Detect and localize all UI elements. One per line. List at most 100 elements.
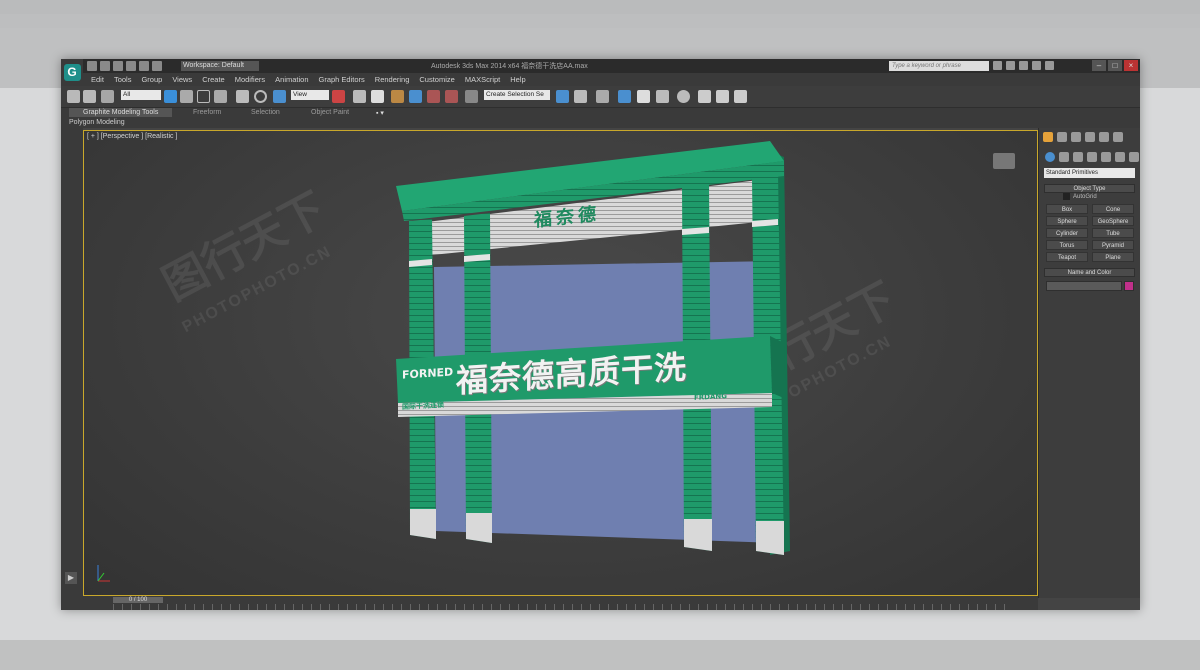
menu-item-animation[interactable]: Animation — [275, 75, 308, 84]
save-icon[interactable] — [113, 61, 123, 71]
polygon-modeling-label[interactable]: Polygon Modeling — [69, 119, 125, 126]
named-selection-dropdown[interactable]: Create Selection Se — [484, 90, 550, 100]
scale-icon[interactable] — [273, 90, 286, 103]
menu-item-edit[interactable]: Edit — [91, 75, 104, 84]
primitive-type-dropdown[interactable]: Standard Primitives — [1044, 168, 1135, 178]
rect-selection-icon[interactable] — [197, 90, 210, 103]
tab-selection[interactable]: Selection — [251, 109, 280, 116]
curve-editor-icon[interactable] — [637, 90, 650, 103]
rotate-icon[interactable] — [254, 90, 267, 103]
modify-tab-icon[interactable] — [1057, 132, 1067, 142]
create-tab-icon[interactable] — [1043, 132, 1053, 142]
menu-item-maxscript[interactable]: MAXScript — [465, 75, 500, 84]
tube-button[interactable]: Tube — [1092, 228, 1134, 238]
workspace-dropdown[interactable]: Workspace: Default — [181, 61, 259, 71]
teapot-button[interactable]: Teapot — [1046, 252, 1088, 262]
select-manipulate-icon[interactable] — [353, 90, 366, 103]
menu-item-group[interactable]: Group — [141, 75, 162, 84]
cone-button[interactable]: Cone — [1092, 204, 1134, 214]
menu-item-tools[interactable]: Tools — [114, 75, 132, 84]
spinner-snap-icon[interactable] — [445, 90, 458, 103]
edit-named-selection-icon[interactable] — [465, 90, 478, 103]
timeline-ticks[interactable] — [113, 604, 1013, 610]
subscription-icon[interactable] — [1006, 61, 1015, 70]
open-file-icon[interactable] — [100, 61, 110, 71]
systems-icon[interactable] — [1129, 152, 1139, 162]
geosphere-button[interactable]: GeoSphere — [1092, 216, 1134, 226]
redo-icon[interactable] — [139, 61, 149, 71]
percent-snap-icon[interactable] — [427, 90, 440, 103]
align-icon[interactable] — [574, 90, 587, 103]
layer-manager-icon[interactable] — [596, 90, 609, 103]
select-by-name-icon[interactable] — [180, 90, 193, 103]
graphite-toggle-icon[interactable] — [618, 90, 631, 103]
time-slider[interactable]: 0 / 100 — [113, 597, 163, 603]
undo-icon[interactable] — [126, 61, 136, 71]
autogrid-checkbox[interactable]: AutoGrid — [1063, 193, 1097, 200]
menu-item-views[interactable]: Views — [172, 75, 192, 84]
menu-item-create[interactable]: Create — [202, 75, 225, 84]
play-arrow-icon[interactable]: ▶ — [65, 572, 77, 584]
render-production-icon[interactable] — [734, 90, 747, 103]
tab-graphite-modeling-tools[interactable]: Graphite Modeling Tools — [69, 108, 173, 117]
bind-spacewarp-icon[interactable] — [101, 90, 114, 103]
keyboard-shortcut-icon[interactable] — [371, 90, 384, 103]
menu-item-rendering[interactable]: Rendering — [375, 75, 410, 84]
lights-icon[interactable] — [1073, 152, 1083, 162]
pyramid-button[interactable]: Pyramid — [1092, 240, 1134, 250]
mirror-icon[interactable] — [556, 90, 569, 103]
select-object-icon[interactable] — [164, 90, 177, 103]
binoculars-icon[interactable] — [993, 61, 1002, 70]
communication-icon[interactable] — [1019, 61, 1028, 70]
cylinder-button[interactable]: Cylinder — [1046, 228, 1088, 238]
plane-button[interactable]: Plane — [1092, 252, 1134, 262]
angle-snap-icon[interactable] — [409, 90, 422, 103]
close-button[interactable]: × — [1124, 60, 1138, 71]
shapes-icon[interactable] — [1059, 152, 1069, 162]
utilities-tab-icon[interactable] — [1113, 132, 1123, 142]
helpers-icon[interactable] — [1101, 152, 1111, 162]
menu-item-customize[interactable]: Customize — [419, 75, 454, 84]
reference-coord-dropdown[interactable]: View — [291, 90, 329, 100]
maximize-button[interactable]: □ — [1108, 60, 1122, 71]
menu-item-modifiers[interactable]: Modifiers — [235, 75, 265, 84]
move-icon[interactable] — [236, 90, 249, 103]
window-crossing-icon[interactable] — [214, 90, 227, 103]
material-editor-icon[interactable] — [677, 90, 690, 103]
box-button[interactable]: Box — [1046, 204, 1088, 214]
name-color-rollout[interactable]: Name and Color — [1044, 268, 1135, 277]
app-logo-icon[interactable]: G — [61, 59, 83, 86]
selection-filter-dropdown[interactable]: All — [121, 90, 161, 100]
new-file-icon[interactable] — [87, 61, 97, 71]
sphere-button[interactable]: Sphere — [1046, 216, 1088, 226]
object-name-field[interactable] — [1046, 281, 1122, 291]
spacewarps-icon[interactable] — [1115, 152, 1125, 162]
unlink-icon[interactable] — [83, 90, 96, 103]
link-icon[interactable] — [67, 90, 80, 103]
tab-freeform[interactable]: Freeform — [193, 109, 221, 116]
torus-button[interactable]: Torus — [1046, 240, 1088, 250]
object-color-swatch[interactable] — [1124, 281, 1134, 291]
tab-object-paint[interactable]: Object Paint — [311, 109, 349, 116]
snap-toggle-icon[interactable] — [391, 90, 404, 103]
perspective-viewport[interactable]: [ + ] [Perspective ] [Realistic ] 图行天下 P… — [83, 130, 1038, 596]
favorites-star-icon[interactable] — [1032, 61, 1041, 70]
pivot-center-icon[interactable] — [332, 90, 345, 103]
project-folder-icon[interactable] — [152, 61, 162, 71]
hierarchy-tab-icon[interactable] — [1071, 132, 1081, 142]
cameras-icon[interactable] — [1087, 152, 1097, 162]
search-input[interactable]: Type a keyword or phrase — [889, 61, 989, 71]
minimize-button[interactable]: – — [1092, 60, 1106, 71]
schematic-view-icon[interactable] — [656, 90, 669, 103]
motion-tab-icon[interactable] — [1085, 132, 1095, 142]
display-tab-icon[interactable] — [1099, 132, 1109, 142]
axis-gizmo-icon — [97, 565, 110, 582]
rendered-frame-window-icon[interactable] — [716, 90, 729, 103]
geometry-icon[interactable] — [1045, 152, 1055, 162]
menu-item-graph-editors[interactable]: Graph Editors — [319, 75, 365, 84]
help-icon[interactable] — [1045, 61, 1054, 70]
menu-item-help[interactable]: Help — [510, 75, 525, 84]
object-type-rollout[interactable]: Object Type — [1044, 184, 1135, 193]
ribbon-toggle-icon[interactable]: ▪ ▾ — [376, 109, 384, 117]
render-setup-icon[interactable] — [698, 90, 711, 103]
